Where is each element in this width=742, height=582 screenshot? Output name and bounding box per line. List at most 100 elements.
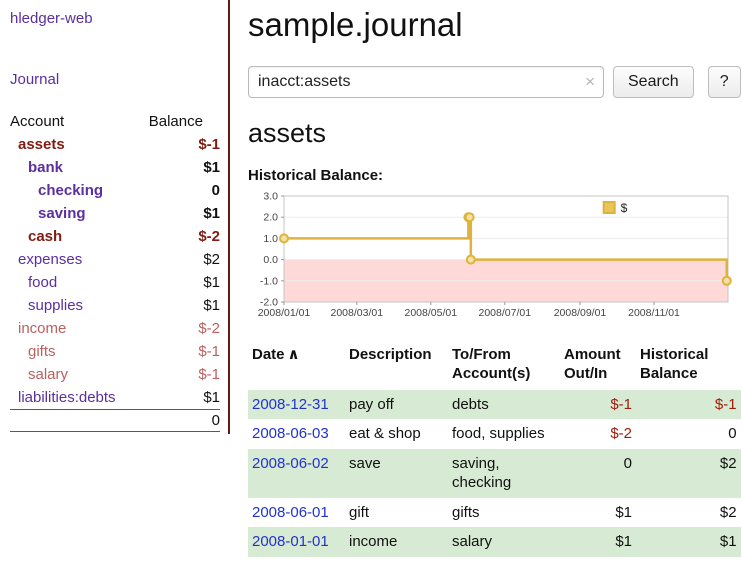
account-row: food$1 xyxy=(10,271,220,294)
help-button[interactable]: ? xyxy=(708,66,741,98)
account-balance: $-1 xyxy=(149,363,220,386)
account-row: bank$1 xyxy=(10,156,220,179)
accounts-total-spacer xyxy=(10,410,149,432)
account-row: cash $-2 xyxy=(10,225,220,248)
register-amount-cell: $1 xyxy=(560,498,636,528)
register-accounts-cell: food, supplies xyxy=(448,419,560,449)
register-accounts-cell: gifts xyxy=(448,498,560,528)
register-date-link[interactable]: 2008-01-01 xyxy=(252,533,329,550)
main-content: sample.journal × Search ? assets Histori… xyxy=(230,0,742,557)
sidebar-item-journal[interactable]: Journal xyxy=(10,71,220,88)
account-row: checking 0 xyxy=(10,179,220,202)
account-balance: $1 xyxy=(149,202,220,225)
account-link-expenses[interactable]: expenses xyxy=(18,251,82,268)
account-name-cell: checking xyxy=(10,179,149,202)
register-date-cell: 2008-01-01 xyxy=(248,527,345,557)
register-date-cell: 2008-06-02 xyxy=(248,449,345,498)
account-name-cell: supplies xyxy=(10,294,149,317)
sidebar: hledger-web Journal Account Balance asse… xyxy=(0,0,230,434)
account-row: salary $-1 xyxy=(10,363,220,386)
register-description-cell: eat & shop xyxy=(345,419,448,449)
app-window: hledger-web Journal Account Balance asse… xyxy=(0,0,742,557)
svg-text:$: $ xyxy=(621,201,628,215)
register-row: 2008-12-31pay offdebts$-1$-1 xyxy=(248,390,741,420)
account-link-liabilities-debts[interactable]: liabilities:debts xyxy=(18,389,116,406)
register-description-cell: income xyxy=(345,527,448,557)
register-date-link[interactable]: 2008-06-01 xyxy=(252,504,329,521)
account-link-saving[interactable]: saving xyxy=(38,205,86,222)
sort-ascending-icon[interactable]: ∧ xyxy=(288,346,300,363)
accounts-header-row: Account Balance xyxy=(10,110,220,133)
register-accounts-cell: debts xyxy=(448,390,560,420)
account-link-gifts[interactable]: gifts xyxy=(28,343,56,360)
register-row: 2008-06-02savesaving, checking0$2 xyxy=(248,449,741,498)
register-header-date[interactable]: Date xyxy=(252,346,285,363)
page-title: sample.journal xyxy=(248,6,741,44)
svg-text:-1.0: -1.0 xyxy=(260,275,278,287)
register-date-link[interactable]: 2008-06-02 xyxy=(252,455,329,472)
chart-title: Historical Balance: xyxy=(248,167,741,184)
account-heading: assets xyxy=(248,118,741,149)
svg-text:2008/01/01: 2008/01/01 xyxy=(258,307,311,319)
svg-text:2.0: 2.0 xyxy=(263,212,278,224)
account-name-cell: liabilities:debts xyxy=(10,386,149,410)
account-name-cell: bank xyxy=(10,156,149,179)
account-name-cell: saving xyxy=(10,202,149,225)
account-name-cell: food xyxy=(10,271,149,294)
register-description-cell: pay off xyxy=(345,390,448,420)
search-button[interactable]: Search xyxy=(613,66,694,98)
register-row: 2008-06-03eat & shopfood, supplies$-20 xyxy=(248,419,741,449)
account-link-salary[interactable]: salary xyxy=(28,366,68,383)
account-row: assets $-1 xyxy=(10,133,220,156)
account-balance: $2 xyxy=(149,248,220,271)
svg-text:2008/07/01: 2008/07/01 xyxy=(479,307,532,319)
register-amount-cell: $-1 xyxy=(560,390,636,420)
register-date-link[interactable]: 2008-06-03 xyxy=(252,425,329,442)
account-balance: $-2 xyxy=(149,225,220,248)
balance-chart: 3.02.01.00.0-1.0-2.02008/01/012008/03/01… xyxy=(248,192,734,320)
account-row: saving $1 xyxy=(10,202,220,225)
register-header-accounts: To/From Account(s) xyxy=(448,344,560,390)
register-header-balance: Historical Balance xyxy=(636,344,741,390)
account-balance: $-1 xyxy=(149,340,220,363)
account-row: expenses $2 xyxy=(10,248,220,271)
register-date-cell: 2008-12-31 xyxy=(248,390,345,420)
account-link-food[interactable]: food xyxy=(28,274,57,291)
account-balance: 0 xyxy=(149,179,220,202)
account-link-supplies[interactable]: supplies xyxy=(28,297,83,314)
register-header-date-cell: Date∧ xyxy=(248,344,345,390)
account-name-cell: assets xyxy=(10,133,149,156)
accounts-total-value: 0 xyxy=(149,410,220,432)
search-form: × Search ? xyxy=(248,66,741,98)
register-balance-cell: $-1 xyxy=(636,390,741,420)
register-description-cell: save xyxy=(345,449,448,498)
account-name-cell: cash xyxy=(10,225,149,248)
register-amount-cell: $1 xyxy=(560,527,636,557)
register-header-amount: Amount Out/In xyxy=(560,344,636,390)
account-link-assets[interactable]: assets xyxy=(18,136,65,153)
account-name-cell: income xyxy=(10,317,149,340)
svg-text:2008/09/01: 2008/09/01 xyxy=(554,307,607,319)
clear-search-icon[interactable]: × xyxy=(585,72,595,92)
register-date-cell: 2008-06-01 xyxy=(248,498,345,528)
accounts-header-balance: Balance xyxy=(149,110,220,133)
svg-text:0.0: 0.0 xyxy=(263,254,278,266)
register-date-link[interactable]: 2008-12-31 xyxy=(252,396,329,413)
accounts-table: Account Balance assets$-1bank$1checking0… xyxy=(10,110,220,432)
account-row: liabilities:debts$1 xyxy=(10,386,220,410)
account-row: income$-2 xyxy=(10,317,220,340)
svg-text:2008/03/01: 2008/03/01 xyxy=(331,307,384,319)
account-link-bank[interactable]: bank xyxy=(28,159,63,176)
svg-text:2008/11/01: 2008/11/01 xyxy=(628,307,680,319)
account-link-cash[interactable]: cash xyxy=(28,228,62,245)
brand-link[interactable]: hledger-web xyxy=(10,10,220,27)
account-balance: $-1 xyxy=(149,133,220,156)
search-input[interactable] xyxy=(248,66,604,98)
register-row: 2008-01-01incomesalary$1$1 xyxy=(248,527,741,557)
register-balance-cell: $2 xyxy=(636,449,741,498)
register-date-cell: 2008-06-03 xyxy=(248,419,345,449)
account-link-income[interactable]: income xyxy=(18,320,66,337)
accounts-total-row: 0 xyxy=(10,410,220,432)
account-link-checking[interactable]: checking xyxy=(38,182,103,199)
svg-text:1.0: 1.0 xyxy=(263,233,278,245)
